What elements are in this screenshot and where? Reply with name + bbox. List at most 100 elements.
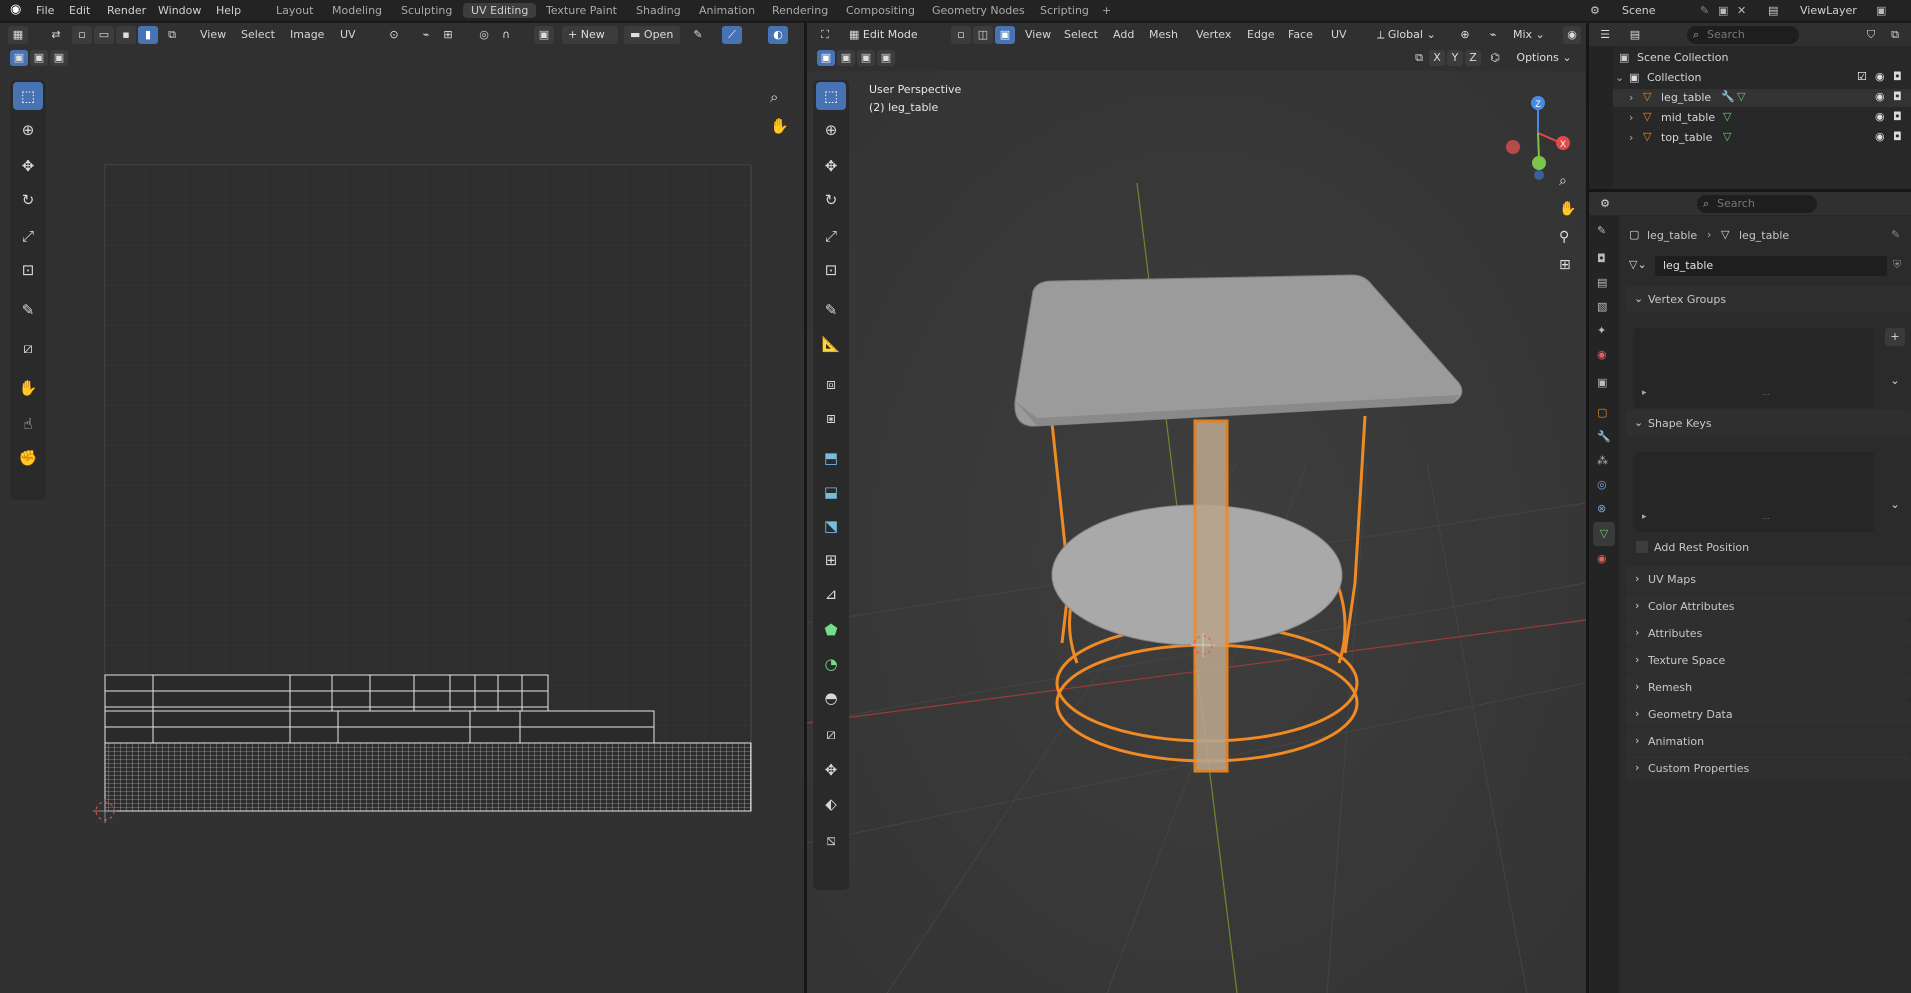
rotate-tool-icon[interactable]: ↻ [816,186,846,214]
vp-menu-face[interactable]: Face [1288,28,1313,41]
scale-tool-icon[interactable]: ⤢ [816,222,846,250]
uv-canvas[interactable] [0,23,804,993]
navigation-gizmo[interactable]: Z X [1483,83,1583,183]
vp-menu-uv[interactable]: UV [1331,28,1347,41]
face-mode-icon[interactable]: ▣ [995,26,1015,44]
outliner-item-top-table[interactable]: › ▽ top_table ▽ ◉ ◘ [1613,129,1911,147]
shape-key-specials-icon[interactable]: ⌄ [1885,496,1905,514]
shrink-fatten-tool-icon[interactable]: ✥ [816,756,846,784]
tab-scripting[interactable]: Scripting [1040,4,1089,17]
panel-geometry-data[interactable]: › Geometry Data [1626,701,1911,727]
add-rest-position-checkbox[interactable]: Add Rest Position [1636,540,1876,558]
menu-render[interactable]: Render [107,4,146,17]
proportional-editing-icon[interactable]: ◉ [1563,26,1581,44]
vp-menu-vertex[interactable]: Vertex [1196,28,1231,41]
fake-user-shield-icon[interactable]: ⛨ [1893,258,1901,272]
bevel-tool-icon[interactable]: ⬔ [816,512,846,540]
vertex-group-specials-icon[interactable]: ⌄ [1885,372,1905,390]
outliner-editor-type-icon[interactable]: ☰ [1595,26,1615,44]
spin-add-tool-icon[interactable]: ⧆ [816,404,846,432]
camera-icon[interactable]: ◘ [1893,70,1902,83]
vertex-groups-list[interactable]: ▸ ⋯ [1634,328,1874,408]
panel-attributes[interactable]: › Attributes [1626,620,1911,646]
mesh-browse-icon[interactable]: ▽⌄ [1629,258,1647,271]
options-dropdown[interactable]: Options ⌄ [1511,50,1577,66]
view-layer-tab-icon[interactable]: ▧ [1597,300,1607,313]
display-mode-icon[interactable]: ▤ [1625,26,1645,44]
tab-layout[interactable]: Layout [276,4,313,17]
vp-menu-select[interactable]: Select [1064,28,1098,41]
scene-tab-icon[interactable]: ✦ [1597,324,1606,337]
tab-rendering[interactable]: Rendering [772,4,828,17]
camera-icon[interactable]: ◘ [1893,110,1902,123]
outliner-item-leg-table[interactable]: › ▽ leg_table 🔧 ▽ ◉ ◘ [1613,89,1911,107]
move-tool-icon[interactable]: ✥ [816,152,846,180]
tab-geometry-nodes[interactable]: Geometry Nodes [932,4,1025,17]
vp-menu-mesh[interactable]: Mesh [1149,28,1178,41]
transform-tool-icon[interactable]: ⊡ [816,256,846,284]
shear-tool-icon[interactable]: ⬖ [816,790,846,818]
output-tab-icon[interactable]: ▤ [1597,276,1607,289]
loop-cut-tool-icon[interactable]: ⊞ [816,546,846,574]
viewport-canvas[interactable] [807,23,1586,993]
list-resize-grip-icon[interactable]: ⋯ [1762,390,1770,399]
pin-icon[interactable]: ✎ [1891,228,1900,241]
select-extend-mode-icon[interactable]: ▣ [837,50,855,66]
extrude-tool-icon[interactable]: ⬒ [816,444,846,472]
particles-tab-icon[interactable]: ⁂ [1597,454,1608,467]
tool-tab-icon[interactable]: ✎ [1597,224,1606,237]
edit-mode-selector[interactable]: ▦ Edit Mode [845,26,937,44]
list-expand-icon[interactable]: ▸ [1642,512,1647,522]
expand-arrow-icon[interactable]: › [1629,111,1633,124]
eye-icon[interactable]: ◉ [1875,110,1885,123]
camera-icon[interactable]: ◘ [1893,90,1902,103]
panel-remesh[interactable]: › Remesh [1626,674,1911,700]
panel-color-attributes[interactable]: › Color Attributes [1626,593,1911,619]
transform-orientation-selector[interactable]: ⟂ Global ⌄ [1373,26,1449,44]
mix-selector[interactable]: Mix ⌄ [1511,26,1561,44]
vertex-mode-icon[interactable]: ▫ [951,26,971,44]
expand-arrow-icon[interactable]: ⌄ [1615,71,1624,84]
smooth-tool-icon[interactable]: ◓ [816,684,846,712]
snapping-icon[interactable]: ⌁ [1483,26,1503,44]
outliner-item-mid-table[interactable]: › ▽ mid_table ▽ ◉ ◘ [1613,109,1911,127]
editor-type-icon[interactable]: ⛶ [815,26,835,44]
mirror-x-button[interactable]: X [1429,50,1445,66]
rip-region-tool-icon[interactable]: ⧅ [816,826,846,854]
collection-tab-icon[interactable]: ▣ [1597,376,1607,389]
camera-view-icon[interactable]: ⚲ [1559,229,1569,245]
tab-shading[interactable]: Shading [636,4,681,17]
select-box-mode-icon[interactable]: ▣ [817,50,835,66]
new-collection-icon[interactable]: ⧉ [1885,26,1905,44]
panel-custom-properties[interactable]: › Custom Properties [1626,755,1911,781]
mirror-z-button[interactable]: Z [1465,50,1481,66]
new-scene-icon[interactable]: ▣ [1718,4,1728,17]
select-subtract-mode-icon[interactable]: ▣ [857,50,875,66]
tab-texture-paint[interactable]: Texture Paint [546,4,617,17]
physics-tab-icon[interactable]: ◎ [1597,478,1607,491]
mirror-y-button[interactable]: Y [1447,50,1463,66]
checkbox-icon[interactable] [1636,541,1648,553]
collection-row[interactable]: ⌄ ▣ Collection ☑ ◉ ◘ [1613,69,1911,87]
eye-icon[interactable]: ◉ [1875,90,1885,103]
panel-shape-keys[interactable]: ⌄ Shape Keys [1626,410,1911,436]
panel-uv-maps[interactable]: › UV Maps [1626,566,1911,592]
knife-tool-icon[interactable]: ⊿ [816,580,846,608]
menu-file[interactable]: File [36,4,54,17]
blender-logo-icon[interactable]: ◉ [10,2,21,17]
scene-icon[interactable]: ⚙ [1590,4,1600,17]
list-expand-icon[interactable]: ▸ [1642,388,1647,398]
tab-modeling[interactable]: Modeling [332,4,382,17]
center-leg-mesh[interactable] [1193,419,1229,773]
expand-arrow-icon[interactable]: › [1629,91,1633,104]
mirror-icon[interactable]: ⧉ [1411,50,1427,66]
tab-sculpting[interactable]: Sculpting [401,4,452,17]
filter-icon[interactable]: ⛉ [1861,26,1881,44]
tab-animation[interactable]: Animation [699,4,755,17]
measure-tool-icon[interactable]: 📐 [816,330,846,358]
new-viewlayer-icon[interactable]: ▣ [1876,4,1886,17]
eye-icon[interactable]: ◉ [1875,130,1885,143]
spin-tool-icon[interactable]: ◔ [816,650,846,678]
inset-tool-icon[interactable]: ⬓ [816,478,846,506]
vp-menu-view[interactable]: View [1025,28,1051,41]
